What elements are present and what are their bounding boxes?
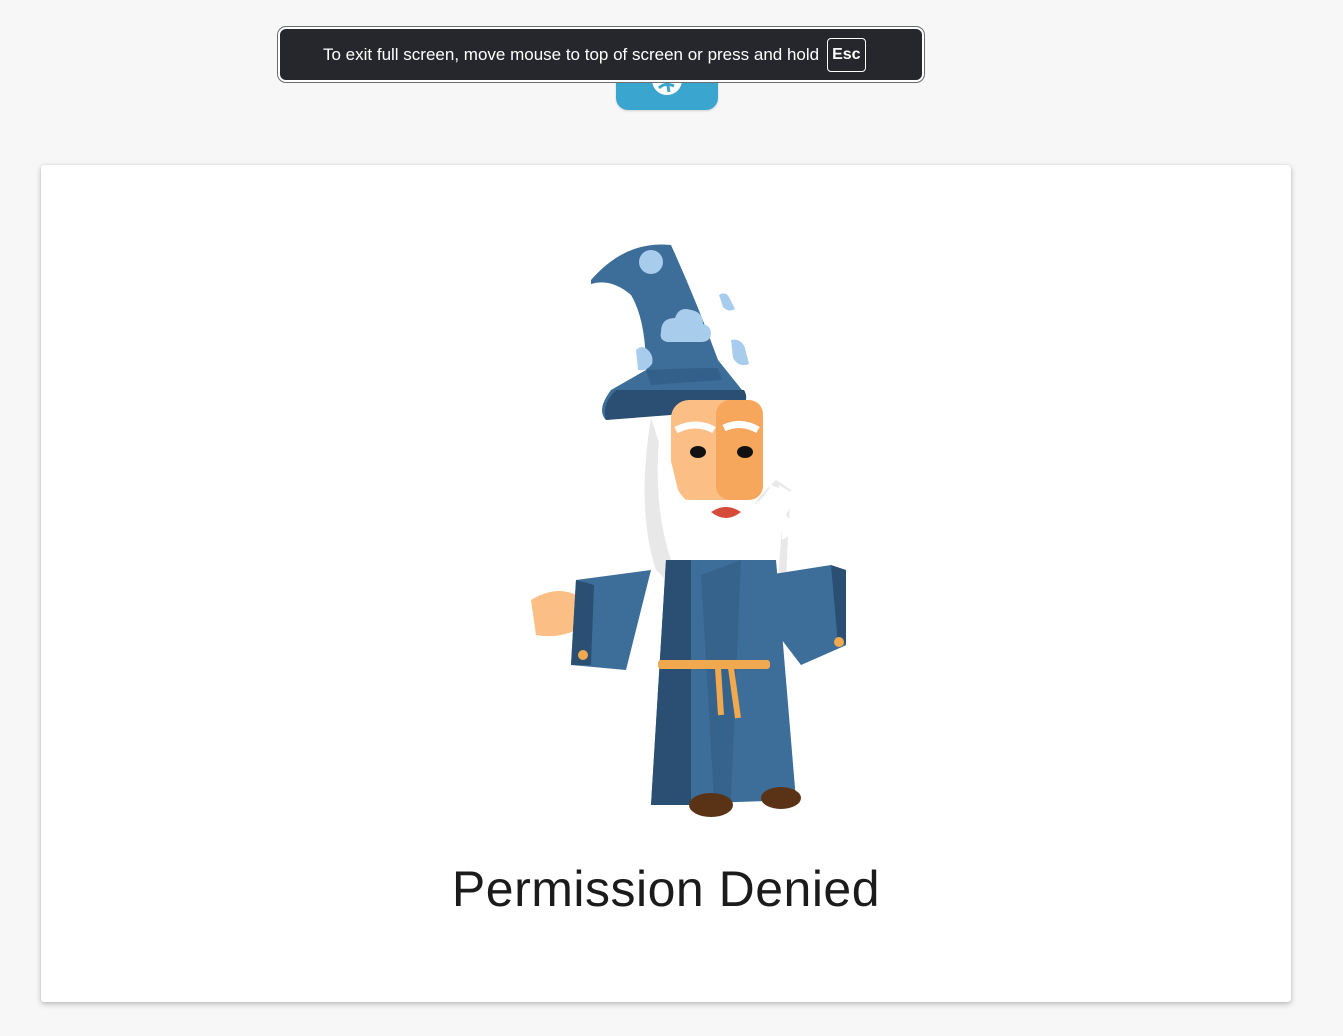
page-title: Permission Denied: [451, 861, 881, 917]
wizard-robe: [651, 560, 796, 805]
page: To exit full screen, move mouse to top o…: [0, 0, 1343, 1036]
esc-key-badge: Esc: [827, 37, 866, 72]
fullscreen-notice-text: To exit full screen, move mouse to top o…: [323, 44, 820, 64]
permission-denied-card: Permission Denied: [41, 165, 1291, 1002]
fullscreen-exit-notice: To exit full screen, move mouse to top o…: [280, 29, 922, 80]
wizard-hat: [591, 244, 749, 420]
wizard-face: [671, 400, 763, 500]
wizard-illustration: [531, 244, 846, 817]
